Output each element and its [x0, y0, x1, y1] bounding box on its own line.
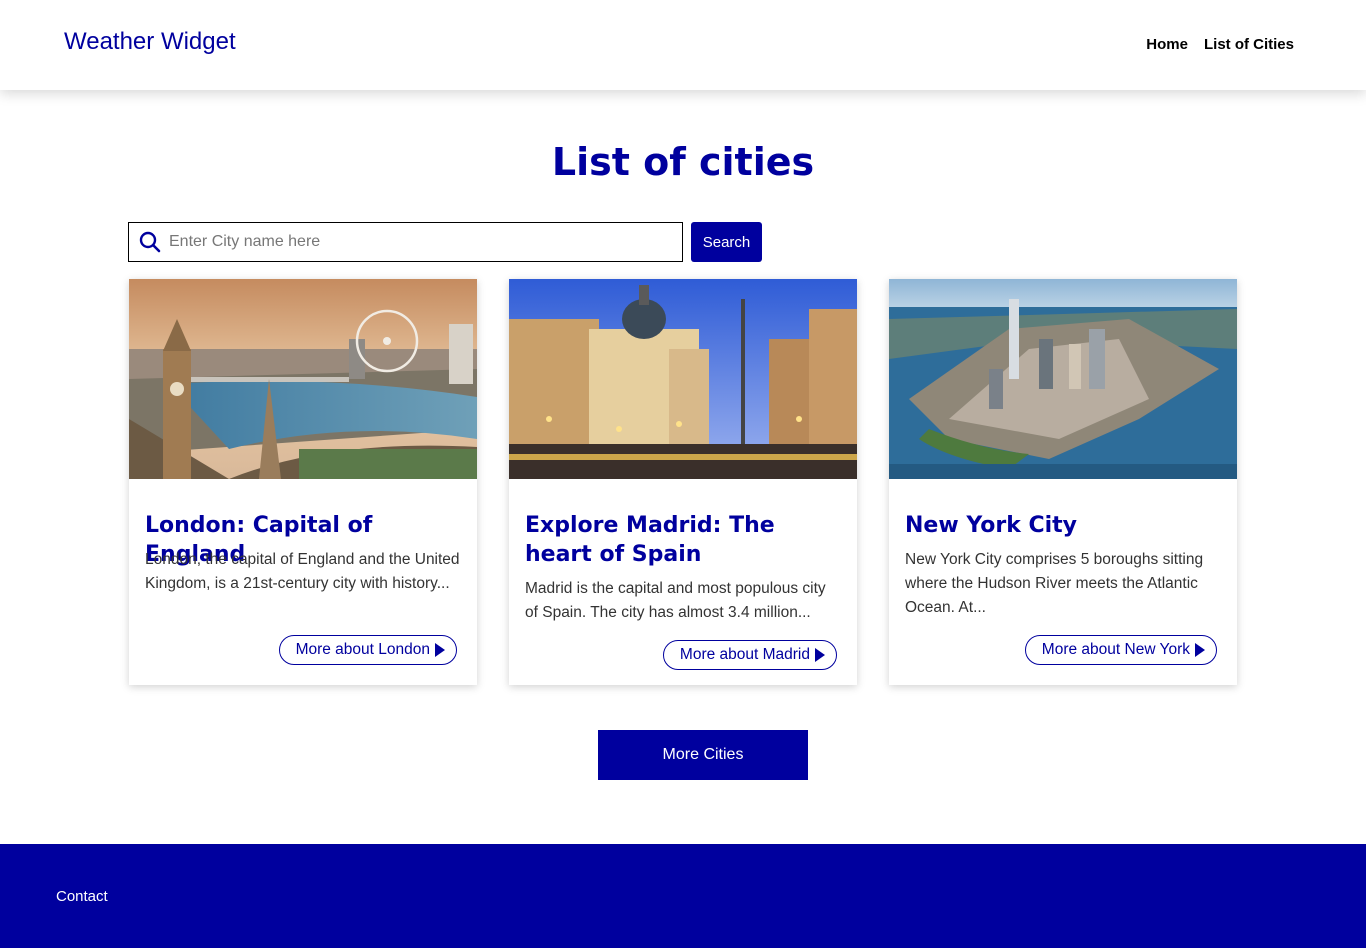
card-link-label: More about Madrid — [679, 646, 810, 663]
search-field — [128, 222, 683, 262]
page-title: List of cities — [551, 140, 815, 184]
city-card-london: London: Capital of England London, the c… — [129, 279, 477, 685]
search-icon — [139, 231, 161, 253]
london-image — [129, 279, 477, 479]
play-arrow-icon — [1195, 643, 1205, 657]
brand-logo-link[interactable]: Weather Widget — [64, 28, 236, 56]
card-description: New York City comprises 5 boroughs sitti… — [905, 551, 1204, 616]
new-york-image — [889, 279, 1237, 479]
footer-contact-link[interactable]: Contact — [56, 888, 108, 905]
card-description: Madrid is the capital and most populous … — [525, 580, 826, 621]
card-link-label: More about London — [295, 641, 430, 658]
madrid-image — [509, 279, 857, 479]
more-cities-button[interactable]: More Cities — [598, 730, 808, 780]
main-nav: Home List of Cities — [1146, 36, 1294, 53]
play-arrow-icon — [815, 648, 825, 662]
search-input[interactable] — [169, 224, 682, 260]
more-about-madrid-link[interactable]: More about Madrid — [662, 640, 837, 670]
site-header: Weather Widget Home List of Cities — [0, 0, 1366, 90]
card-title: New York City — [905, 513, 1078, 538]
card-title: Explore Madrid: The heart of Spain — [525, 513, 775, 567]
play-arrow-icon — [435, 643, 445, 657]
card-description: London, the capital of England and the U… — [145, 551, 460, 592]
city-card-madrid: Explore Madrid: The heart of Spain Madri… — [509, 279, 857, 685]
more-about-new-york-link[interactable]: More about New York — [1024, 635, 1217, 665]
card-link-label: More about New York — [1041, 641, 1190, 658]
nav-list-of-cities[interactable]: List of Cities — [1204, 36, 1294, 53]
site-footer: Contact — [0, 844, 1366, 948]
search-button[interactable]: Search — [691, 222, 762, 262]
city-card-new-york: New York City New York City comprises 5 … — [889, 279, 1237, 685]
more-about-london-link[interactable]: More about London — [278, 635, 457, 665]
nav-home[interactable]: Home — [1146, 36, 1188, 53]
